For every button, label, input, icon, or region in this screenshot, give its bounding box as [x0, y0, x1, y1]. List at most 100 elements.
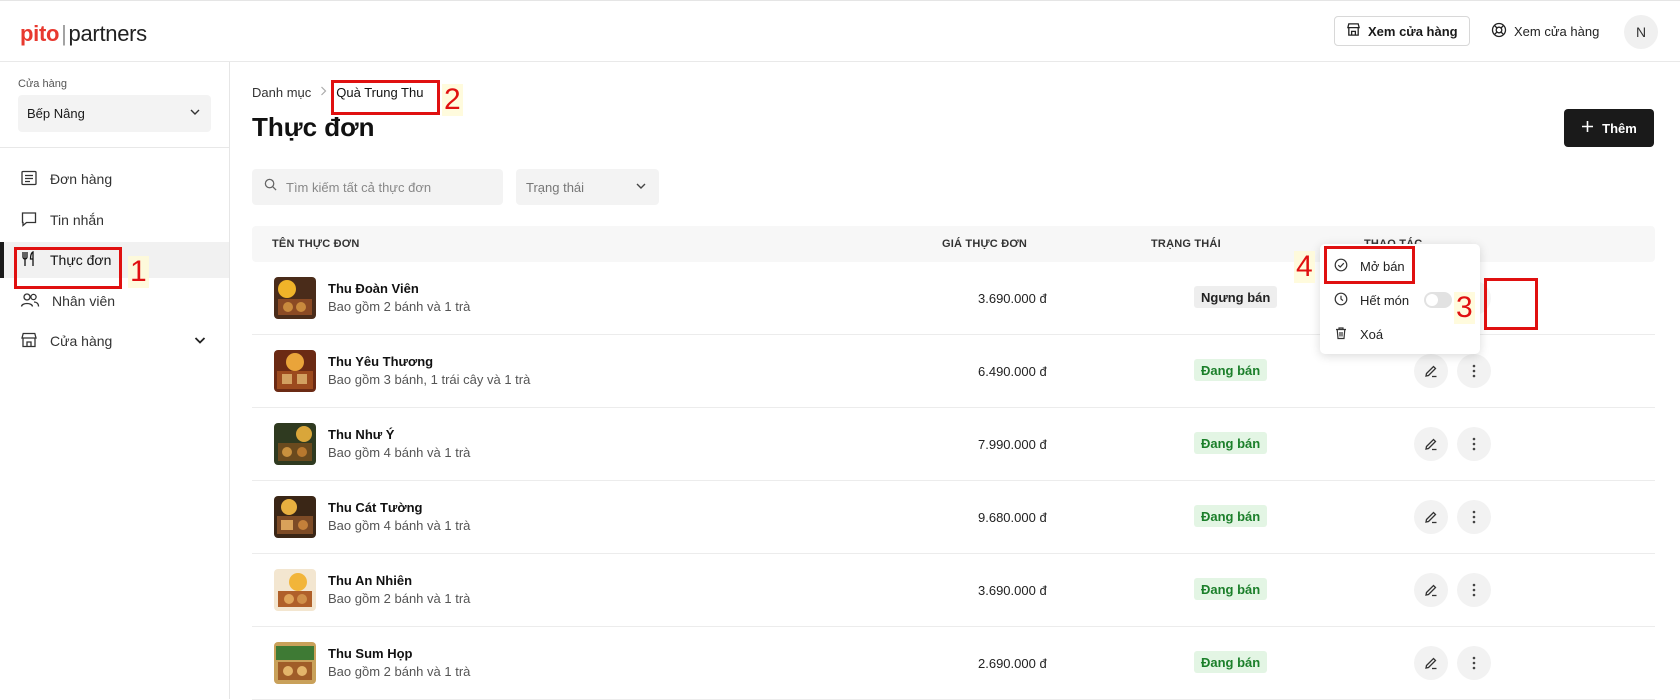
more-vertical-icon: [1472, 656, 1476, 670]
pencil-icon: [1425, 511, 1437, 524]
item-name: Thu Đoàn Viên: [328, 281, 419, 296]
status-badge: Đang bán: [1194, 505, 1268, 527]
table-row[interactable]: Thu Như Ý Bao gồm 4 bánh và 1 trà 7.990.…: [252, 408, 1655, 481]
annotation-number-1: 1: [128, 255, 149, 288]
sidebar-item-label: Cửa hàng: [50, 333, 113, 349]
status-filter-select[interactable]: Trạng thái: [516, 169, 659, 205]
store-icon: [1346, 22, 1361, 40]
chevron-down-icon: [635, 180, 647, 195]
more-actions-button[interactable]: [1457, 500, 1491, 534]
logo-brand-text: pito: [20, 21, 60, 46]
more-actions-button[interactable]: [1457, 354, 1491, 388]
item-price: 3.690.000 đ: [978, 583, 1047, 598]
sidebar-item-label: Tin nhắn: [50, 212, 104, 228]
logo-product-text: partners: [68, 21, 148, 46]
item-description: Bao gồm 2 bánh và 1 trà: [328, 664, 471, 679]
order-list-icon: [20, 169, 38, 190]
more-actions-button[interactable]: [1457, 427, 1491, 461]
sold-out-toggle[interactable]: [1424, 292, 1452, 308]
more-actions-button[interactable]: [1457, 646, 1491, 680]
annotation-box-4: [1324, 246, 1415, 284]
sidebar-item-orders[interactable]: Đơn hàng: [0, 161, 229, 197]
logo-separator: |: [61, 21, 67, 46]
chevron-down-icon: [189, 106, 201, 121]
product-thumbnail: [274, 569, 316, 611]
edit-button[interactable]: [1414, 573, 1448, 607]
pencil-icon: [1425, 584, 1437, 597]
more-vertical-icon: [1472, 364, 1476, 378]
annotation-box-1: [14, 247, 122, 289]
annotation-number-2: 2: [442, 83, 463, 116]
store-select[interactable]: Bếp Nâng: [18, 95, 211, 132]
main-content: Danh mục Quà Trung Thu Thực đơn Thêm Trạ…: [230, 62, 1680, 700]
more-actions-button[interactable]: [1457, 573, 1491, 607]
pencil-icon: [1425, 657, 1437, 670]
sidebar-divider: [0, 147, 229, 148]
status-badge: Đang bán: [1194, 651, 1268, 673]
pito-partners-logo[interactable]: pito | partners: [20, 21, 147, 47]
pencil-icon: [1425, 438, 1437, 451]
item-name: Thu Như Ý: [328, 427, 395, 442]
menu-item-label: Hết món: [1360, 292, 1410, 308]
edit-button[interactable]: [1414, 646, 1448, 680]
chevron-down-icon[interactable]: [193, 333, 207, 350]
item-name: Thu Cát Tường: [328, 500, 423, 515]
status-filter-placeholder: Trạng thái: [526, 179, 585, 195]
view-store-link-label: Xem cửa hàng: [1514, 23, 1600, 39]
annotation-number-4: 4: [1294, 250, 1315, 283]
edit-button[interactable]: [1414, 427, 1448, 461]
message-icon: [20, 210, 38, 231]
status-badge: Đang bán: [1194, 578, 1268, 600]
view-store-link[interactable]: Xem cửa hàng: [1480, 16, 1610, 46]
item-price: 3.690.000 đ: [978, 291, 1047, 306]
item-name: Thu Sum Họp: [328, 646, 413, 661]
users-icon: [20, 291, 40, 312]
store-select-value: Bếp Nâng: [27, 106, 85, 121]
item-description: Bao gồm 2 bánh và 1 trà: [328, 299, 471, 314]
status-badge: Ngưng bán: [1194, 286, 1278, 308]
more-vertical-icon: [1472, 510, 1476, 524]
table-row[interactable]: Thu Sum Họp Bao gồm 2 bánh và 1 trà 2.69…: [252, 627, 1655, 700]
search-input[interactable]: [286, 179, 486, 195]
search-icon: [264, 178, 277, 196]
annotation-box-2: [331, 80, 440, 115]
store-label: Cửa hàng: [18, 78, 67, 90]
page-title: Thực đơn: [252, 112, 375, 142]
breadcrumb-root-link[interactable]: Danh mục: [252, 85, 311, 100]
view-store-button-label: Xem cửa hàng: [1368, 23, 1458, 39]
edit-button[interactable]: [1414, 500, 1448, 534]
product-thumbnail: [274, 350, 316, 392]
product-thumbnail: [274, 642, 316, 684]
item-description: Bao gồm 4 bánh và 1 trà: [328, 445, 471, 460]
annotation-box-3: [1484, 278, 1538, 330]
table-row[interactable]: Thu Cát Tường Bao gồm 4 bánh và 1 trà 9.…: [252, 481, 1655, 554]
search-box[interactable]: [252, 169, 503, 205]
item-price: 7.990.000 đ: [978, 437, 1047, 452]
column-header-name: TÊN THỰC ĐƠN: [272, 238, 360, 250]
edit-button[interactable]: [1414, 354, 1448, 388]
product-thumbnail: [274, 277, 316, 319]
sidebar: Cửa hàng Bếp Nâng Đơn hàng Tin nhắn Thực…: [0, 62, 230, 699]
item-price: 2.690.000 đ: [978, 656, 1047, 671]
table-row[interactable]: Thu An Nhiên Bao gồm 2 bánh và 1 trà 3.6…: [252, 554, 1655, 627]
more-vertical-icon: [1472, 583, 1476, 597]
item-price: 6.490.000 đ: [978, 364, 1047, 379]
annotation-number-3: 3: [1454, 291, 1475, 324]
view-store-button[interactable]: Xem cửa hàng: [1334, 16, 1470, 46]
add-button[interactable]: Thêm: [1564, 109, 1654, 147]
store-icon: [20, 331, 38, 352]
product-thumbnail: [274, 423, 316, 465]
lifebuoy-icon: [1491, 22, 1507, 41]
add-button-label: Thêm: [1602, 120, 1637, 136]
sidebar-item-label: Đơn hàng: [50, 171, 113, 187]
top-bar: pito | partners Xem cửa hàng Xem cửa hàn…: [0, 0, 1680, 62]
plus-icon: [1581, 120, 1594, 136]
column-header-price: GIÁ THỰC ĐƠN: [942, 238, 1028, 250]
avatar[interactable]: N: [1624, 15, 1658, 49]
sidebar-item-messages[interactable]: Tin nhắn: [0, 202, 229, 238]
column-header-status: TRẠNG THÁI: [1151, 238, 1221, 250]
status-badge: Đang bán: [1194, 359, 1268, 381]
sidebar-item-store[interactable]: Cửa hàng: [0, 323, 229, 359]
more-vertical-icon: [1472, 437, 1476, 451]
sidebar-item-label: Nhân viên: [52, 293, 116, 309]
